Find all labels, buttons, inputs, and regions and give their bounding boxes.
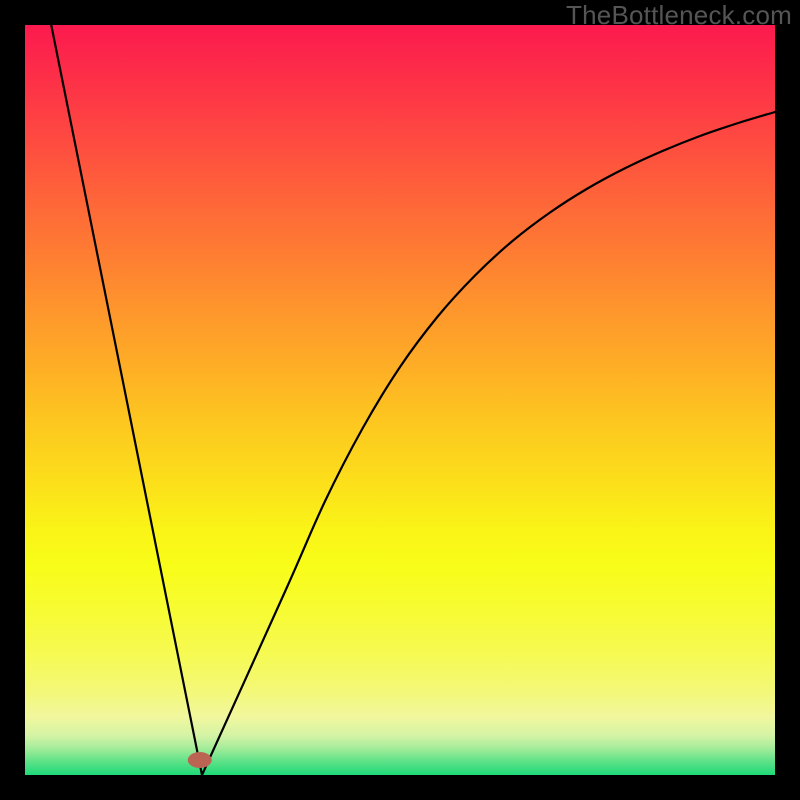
optimal-point-marker xyxy=(188,752,212,768)
bottleneck-chart xyxy=(0,0,800,800)
chart-container: TheBottleneck.com xyxy=(0,0,800,800)
watermark-text: TheBottleneck.com xyxy=(566,0,792,31)
